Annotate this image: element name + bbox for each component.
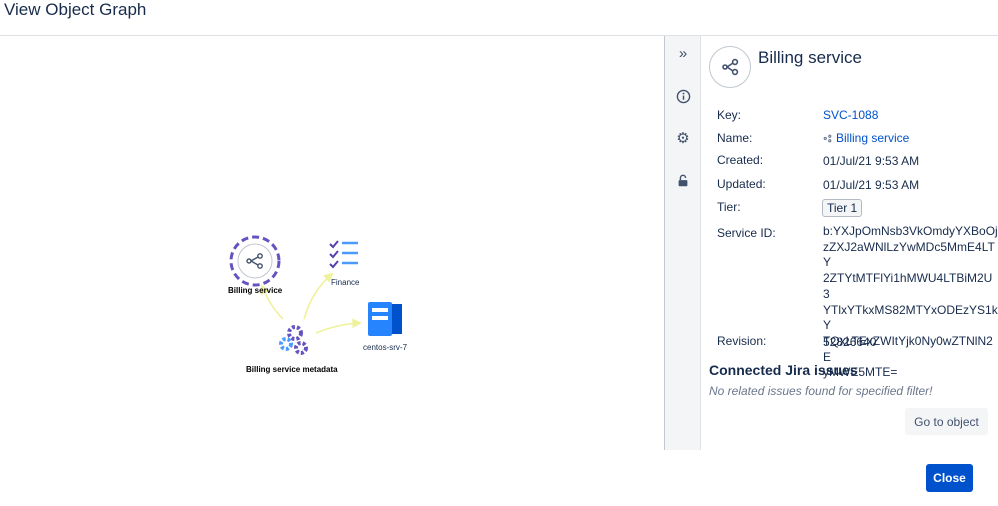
revision-label: Revision: <box>717 334 767 348</box>
node-billing-service[interactable] <box>229 235 281 287</box>
dialog-title: View Object Graph <box>4 0 147 19</box>
metadata-gears-icon[interactable] <box>279 325 308 355</box>
service-share-icon <box>823 134 832 143</box>
node-label-billing-service-metadata: Billing service metadata <box>246 365 338 374</box>
node-label-billing-service: Billing service <box>228 286 283 295</box>
service-id-line: zZXJ2aWNlLzYwMDc5MmE4LTY <box>823 239 995 270</box>
edge-metadata-to-centos <box>315 318 362 334</box>
graph-canvas[interactable]: Billing service Finance Billing service … <box>0 36 664 450</box>
service-id-line: 2ZTYtMTFlYi1hMWU4LTBiM2U3 <box>823 271 993 301</box>
object-avatar <box>709 46 751 88</box>
finance-checklist-icon[interactable] <box>329 240 358 269</box>
created-label: Created: <box>717 153 764 167</box>
close-button[interactable]: Close <box>926 464 973 492</box>
name-value[interactable]: Billing service <box>823 131 909 145</box>
connected-issues-title: Connected Jira issues <box>709 362 858 378</box>
updated-label: Updated: <box>717 177 766 191</box>
edge-metadata-to-finance <box>303 272 334 320</box>
node-label-finance: Finance <box>331 278 360 287</box>
service-id-value: b:YXJpOmNsb3VkOmdyYXBoOj zZXJ2aWNlLzYwMD… <box>823 224 998 381</box>
info-icon[interactable] <box>674 87 692 105</box>
object-detail-panel: Billing service Key: SVC-1088 Name: Bill… <box>700 36 998 450</box>
server-icon[interactable] <box>368 302 402 336</box>
updated-value: 01/Jul/21 9:53 AM <box>823 178 920 192</box>
graph-toolbar: » ⚙ <box>664 36 701 450</box>
created-value: 01/Jul/21 9:53 AM <box>823 154 920 168</box>
name-link[interactable]: Billing service <box>836 131 909 145</box>
double-chevron-right-icon[interactable]: » <box>674 44 692 62</box>
key-link[interactable]: SVC-1088 <box>823 108 878 122</box>
service-id-line: b:YXJpOmNsb3VkOmdyYXBoOj <box>823 224 998 238</box>
graph-svg <box>229 235 402 355</box>
go-to-object-button[interactable]: Go to object <box>905 408 988 435</box>
tier-label: Tier: <box>717 200 741 214</box>
node-label-centos-srv-7: centos-srv-7 <box>363 343 408 352</box>
unlock-icon[interactable] <box>674 172 692 190</box>
object-title: Billing service <box>758 48 862 67</box>
service-id-label: Service ID: <box>717 226 776 240</box>
empty-issues-message: No related issues found for specified fi… <box>709 384 933 398</box>
service-share-icon <box>722 58 739 76</box>
gear-icon[interactable]: ⚙ <box>674 129 692 147</box>
service-id-line: YTlxYTkxMS82MTYxODEzYS1kY <box>823 302 998 333</box>
name-label: Name: <box>717 131 753 145</box>
tier-badge: Tier 1 <box>822 199 863 217</box>
revision-value: 52826640 <box>823 335 877 349</box>
key-label: Key: <box>717 108 742 122</box>
